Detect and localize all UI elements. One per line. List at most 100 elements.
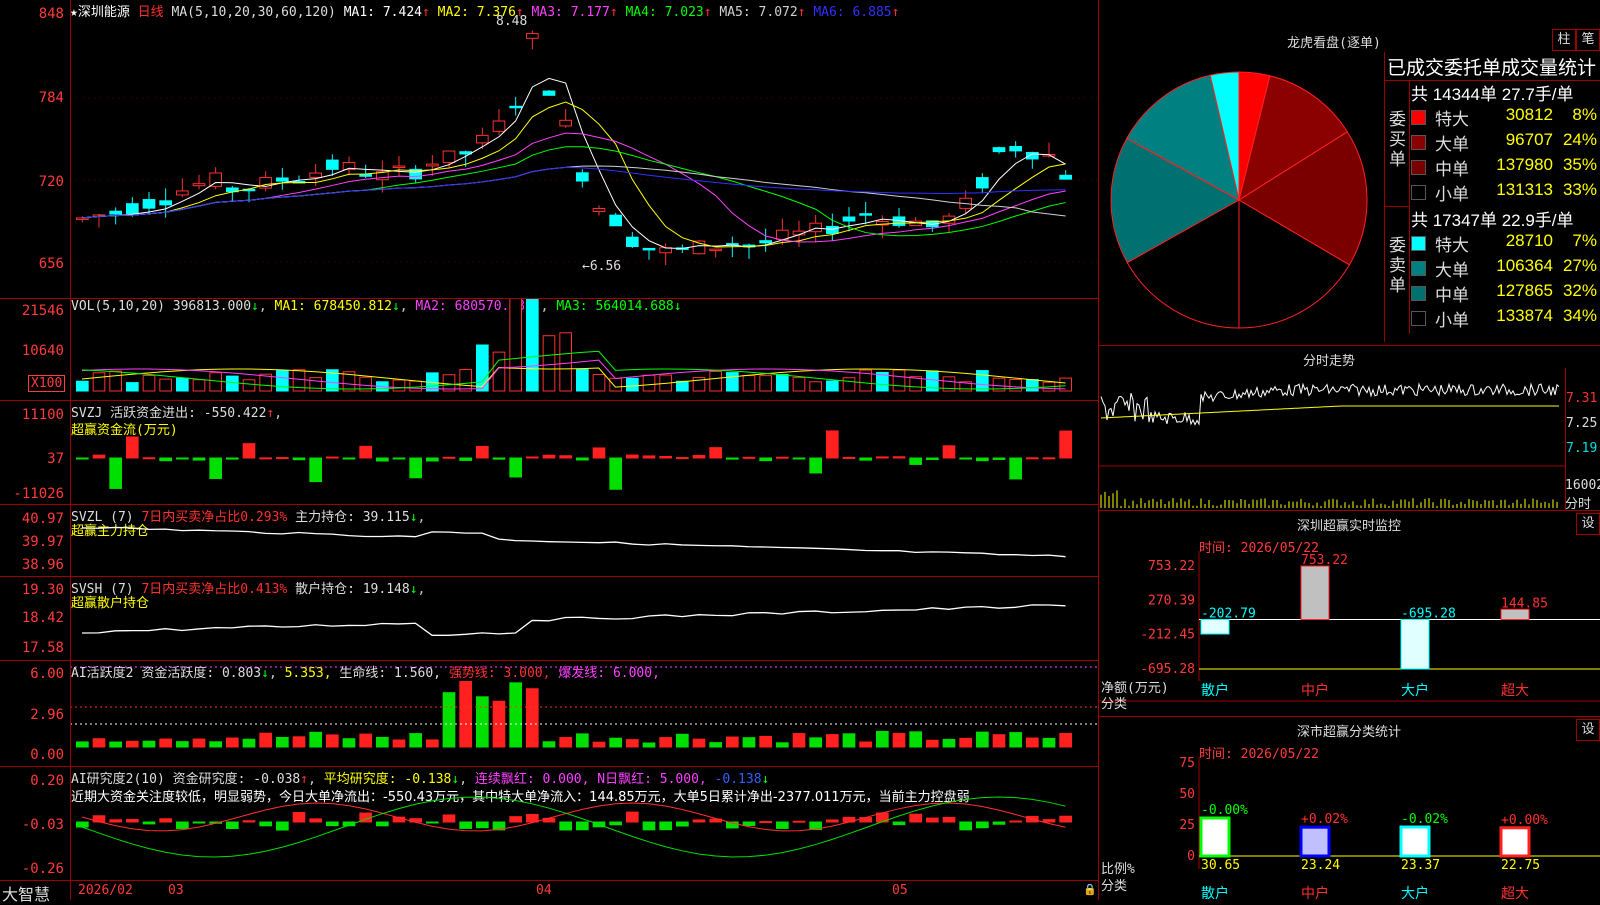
flow-bar (226, 457, 239, 460)
candle (826, 225, 839, 234)
tick-mode-button[interactable]: 笔 (1576, 29, 1600, 51)
flow-bar (76, 457, 89, 460)
activity-bar (926, 739, 939, 748)
research-bar (892, 821, 906, 826)
ratio-value-label: 30.65 (1201, 858, 1240, 873)
activity-bar (1059, 733, 1072, 748)
avg-price-line (1100, 405, 1559, 419)
buy-row: 大单 96707 24% (1411, 130, 1600, 154)
y-tick: -695.28 (1140, 662, 1195, 677)
classify-xlabel: 分类 (1101, 879, 1128, 894)
svsh-tick: 19.30 (21, 582, 64, 598)
flow-bar (442, 456, 456, 459)
volume-pane[interactable]: VOL(5,10,20) 396813.000↓, MA1: 678450.81… (0, 298, 1098, 401)
research-bar (276, 821, 289, 831)
price-pane[interactable]: ★深圳能源 日线 MA(5,10,20,30,60,120) MA1: 7.42… (0, 0, 1098, 298)
row-volume: 131313 (1496, 180, 1553, 199)
flow-bar (359, 445, 373, 459)
ai-activity-pane[interactable]: AI活跃度2 资金活跃度: 0.803↓, 5.353, 生命线: 1.560,… (0, 660, 1098, 767)
activity-bar (859, 741, 872, 748)
candle (776, 229, 789, 240)
volume-bar (142, 374, 156, 392)
activity-bar (426, 739, 439, 748)
row-name: 小单 (1435, 311, 1469, 330)
price-tick: 784 (38, 90, 64, 106)
volume-bar (1009, 379, 1022, 392)
volume-bar (609, 377, 622, 392)
flow-bar (592, 447, 606, 459)
svzl-tick: 39.97 (21, 534, 64, 550)
intraday-price: 7.19 (1566, 441, 1598, 456)
monitor-settings-button[interactable]: 设 (1576, 513, 1600, 535)
y-tick: 75 (1179, 757, 1195, 771)
change-label: +0.02% (1301, 812, 1348, 827)
holding-line (81, 604, 1066, 636)
volume-bar (309, 377, 322, 392)
bar-mode-button[interactable]: 柱 (1552, 29, 1576, 51)
sell-summary: 共 17347单 22.9手/单 (1411, 211, 1574, 230)
svzj-tick: 37 (47, 451, 64, 467)
row-name: 中单 (1435, 286, 1469, 305)
change-label: -0.00% (1201, 803, 1248, 818)
research-bar (459, 821, 473, 829)
intraday-price: 7.25 (1566, 416, 1598, 431)
svzl-pane[interactable]: SVZL (7) 7日内买卖净占比0.293% 主力持仓: 39.115↓, 超… (0, 504, 1098, 577)
row-percent: 8% (1572, 105, 1597, 124)
svsh-pane[interactable]: SVSH (7) 7日内买卖净占比0.413% 散户持仓: 19.148↓, 超… (0, 576, 1098, 661)
candle (809, 222, 822, 233)
buy-row: 小单 131313 33% (1411, 180, 1600, 204)
volume-bar (409, 380, 423, 392)
row-percent: 35% (1562, 155, 1597, 174)
candle (442, 150, 456, 164)
ai1-tick: 6.00 (30, 666, 64, 682)
buy-label: 委买单 (1389, 110, 1406, 169)
svzj-pane[interactable]: SVZJ 活跃资金进出: -550.422↑, 超赢资金流(万元) 11100 … (0, 400, 1098, 505)
volume-bar (226, 375, 239, 392)
candle (426, 163, 439, 167)
activity-bar (809, 737, 822, 748)
flow-bar (342, 457, 356, 460)
row-name: 特大 (1435, 236, 1469, 255)
monitor-panel: 深圳超赢实时监控 设 时间: 2026/05/22 753.22 270.39 -2… (1099, 510, 1600, 717)
y-tick: 753.22 (1148, 559, 1195, 574)
flow-bar (626, 454, 639, 459)
activity-bar (709, 742, 722, 748)
research-bar (992, 821, 1006, 825)
activity-bar (226, 737, 239, 748)
candle (159, 200, 173, 206)
chart-area[interactable]: ★深圳能源 日线 MA(5,10,20,30,60,120) MA1: 7.42… (0, 0, 1098, 904)
flow-bar (292, 457, 306, 461)
candle (509, 105, 523, 109)
lock-icon[interactable]: 🔒 (1083, 883, 1097, 896)
flow-bar (892, 456, 906, 459)
row-volume: 133874 (1496, 306, 1553, 325)
activity-bar (892, 732, 906, 748)
flow-bar (426, 457, 439, 462)
legend-swatch (1411, 135, 1426, 150)
activity-bar (359, 733, 373, 748)
volume-bar (92, 372, 106, 392)
activity-bar (942, 738, 956, 748)
volume-bar (892, 369, 906, 392)
activity-bar (792, 733, 806, 748)
flow-bar (826, 430, 839, 459)
research-bar (909, 813, 922, 823)
classify-settings-button[interactable]: 设 (1576, 719, 1600, 741)
candle (576, 172, 589, 182)
ai-research-pane[interactable]: AI研究度2(10) 资金研究度: -0.038↑, 平均研究度: -0.138… (0, 766, 1098, 881)
candle (326, 159, 339, 170)
research-bar (1042, 819, 1056, 823)
research-bar (292, 811, 306, 823)
price-tick: 848 (38, 6, 64, 22)
activity-bar (659, 737, 672, 748)
candle (276, 177, 289, 182)
research-bar (159, 818, 173, 823)
flow-bar (492, 457, 506, 460)
flow-bar (842, 456, 856, 459)
category-label: 超大 (1501, 683, 1529, 699)
intraday-panel[interactable]: 分时走势 7.31 7.25 7.19 16002 分时 (1099, 345, 1600, 512)
order-stat-box: 已成交委托单成交量统计 委买单 共 14344单 27.7手/单 特大 30812… (1384, 52, 1600, 342)
volume-bar (526, 299, 539, 392)
candlestick-chart[interactable] (70, 0, 1098, 298)
value-label: -695.28 (1401, 607, 1456, 622)
